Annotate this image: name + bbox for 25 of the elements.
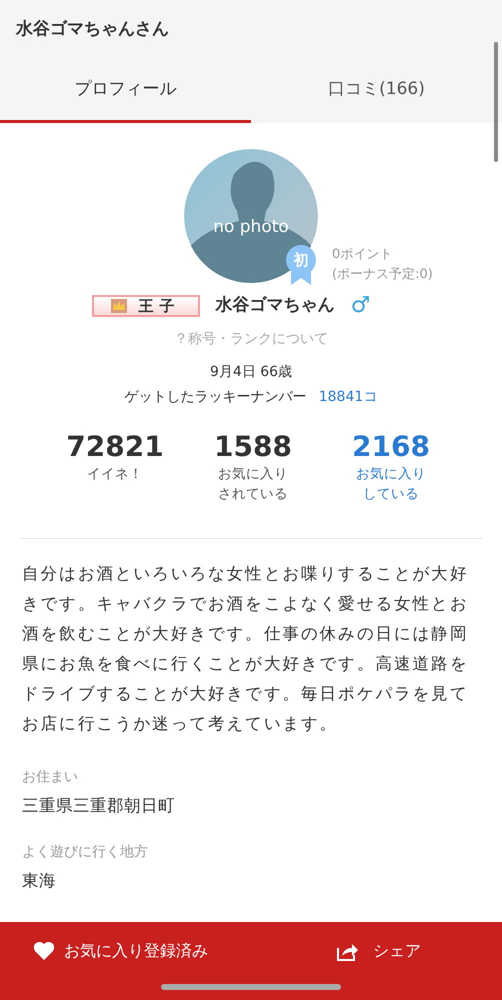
stat-link[interactable]: 2168 お気に入りしている <box>339 430 443 504</box>
field-label: お住まい <box>22 768 79 786</box>
field-value: 東海 <box>22 870 57 892</box>
no-photo-label: no photo <box>212 216 290 239</box>
field-value: 三重県三重郡朝日町 <box>22 794 176 816</box>
bio-text: 自分はお酒といろいろな女性とお喋りすることが大好きです。キャバクラでお酒をこよなく愛せる女性とお酒を飲むことが大好きです。仕事の休みの日には静岡県にお魚を食べに行くことが大好きです。高速道路をドライブすることが大好きです。毎日ポケパラを見てお店に行こうか迷って考えています。 <box>21 562 470 734</box>
crown-icon <box>110 298 127 313</box>
page-title: 水谷ゴマちゃんさん <box>16 18 169 42</box>
favorite-button[interactable]: お気に入り登録済み <box>0 922 251 980</box>
share-icon <box>337 941 359 961</box>
user-name: 水谷ゴマちゃん <box>216 294 335 317</box>
birthday-age: 9月4日 66歳 <box>210 362 292 382</box>
male-icon: ♂ <box>350 294 370 317</box>
stat-value: 1588 <box>214 430 292 464</box>
lucky-number-label: ゲットしたラッキーナンバー <box>124 388 307 406</box>
field-label: よく遊びに行く地方 <box>22 843 149 862</box>
heart-icon <box>34 942 54 960</box>
share-button[interactable]: シェア <box>251 922 502 980</box>
stat-value: 72821 <box>66 430 164 464</box>
lucky-number-link[interactable]: 18841コ <box>318 386 378 408</box>
points-text: 0ポイント <box>332 246 394 264</box>
stat-label: イイネ！ <box>86 464 144 484</box>
stat-label: お気に入りされている <box>217 464 289 504</box>
rank-badge: 王子 <box>92 294 200 317</box>
bonus-text: (ボーナス予定:0) <box>332 266 433 284</box>
